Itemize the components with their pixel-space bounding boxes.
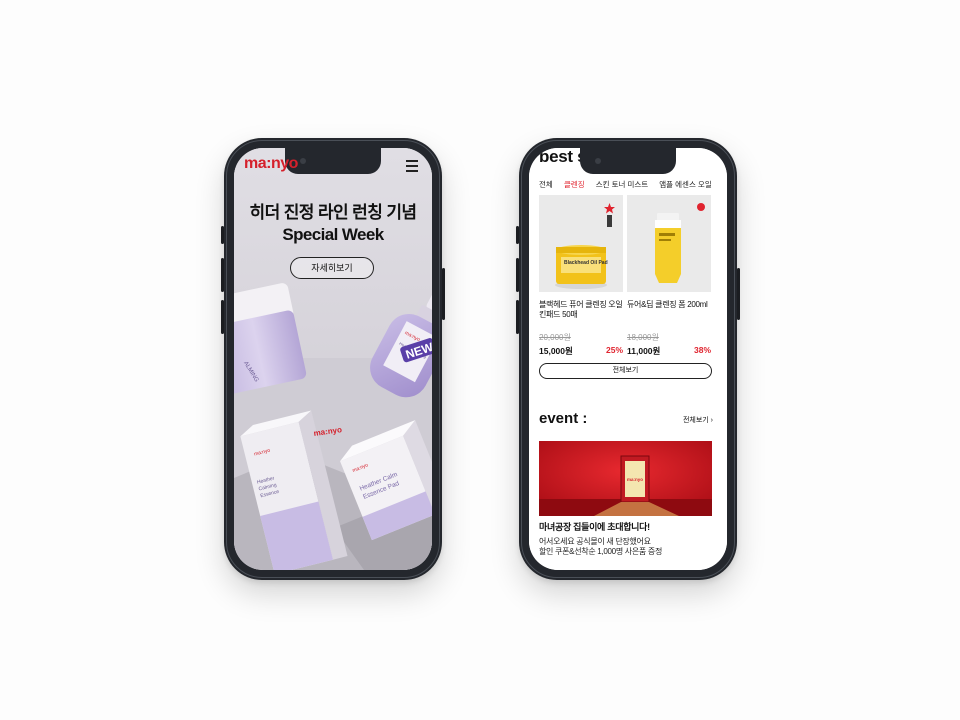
product-original-price: 18,000원 (627, 333, 659, 342)
left-phone-frame: ALMING ma:nyo Heather Calming Essence ma… (221, 138, 445, 580)
mute-switch (516, 226, 519, 244)
hero-title-line1: 히더 진정 라인 런칭 기념 (249, 203, 418, 222)
event-desc-line1: 어서오세요 공식몰이 새 단장했어요 (539, 537, 651, 546)
hero-banner[interactable]: ALMING ma:nyo Heather Calming Essence ma… (234, 148, 432, 570)
volume-down-button (516, 300, 519, 334)
badge-icon (697, 203, 705, 211)
banner-brand: ma:nyo (627, 477, 643, 482)
category-tabs: 전체 클렌징 스킨 토너 미스트 앰플 에센스 오일 (539, 179, 723, 191)
left-phone-screen: ALMING ma:nyo Heather Calming Essence ma… (234, 148, 432, 570)
brand-logo[interactable]: ma:nyo (244, 155, 298, 173)
hero-product-image: ALMING ma:nyo Heather Calming Essence ma… (234, 283, 432, 570)
product-image[interactable]: Blackhead Oil Pad (539, 195, 623, 292)
right-phone-screen: best s 전체 클렌징 스킨 토너 미스트 앰플 에센스 오일 Blackh… (529, 148, 727, 570)
event-desc-line2: 할인 쿠폰&선착순 1,000명 사은품 증정 (539, 547, 663, 556)
product-price: 11,000원 (627, 346, 661, 356)
product-discount: 25% (605, 345, 623, 355)
power-button (737, 268, 740, 320)
hero-title-line2: Special Week (282, 225, 384, 244)
right-phone-frame: best s 전체 클렌징 스킨 토너 미스트 앰플 에센스 오일 Blackh… (516, 138, 740, 580)
product-original-price: 20,000원 (539, 333, 571, 342)
product-image[interactable] (627, 195, 711, 292)
jar-label: Blackhead Oil Pad (564, 260, 608, 266)
phone-notch (285, 148, 381, 174)
event-view-all-link[interactable]: 전체보기 › (683, 415, 713, 425)
tab-ampoule-essence-oil[interactable]: 앰플 에센스 오일 (659, 179, 711, 190)
view-all-button[interactable]: 전체보기 (539, 363, 712, 379)
mockup-stage: ALMING ma:nyo Heather Calming Essence ma… (0, 0, 960, 720)
detail-button[interactable]: 자세히보기 (290, 257, 374, 279)
event-description: 어서오세요 공식몰이 새 단장했어요 할인 쿠폰&선착순 1,000명 사은품 … (539, 537, 662, 557)
star-icon (604, 203, 615, 214)
product-card[interactable]: Blackhead Oil Pad 블랙헤드 퓨어 클렌징 오일 킨패드 50매… (539, 195, 623, 357)
event-section-title: event : (539, 410, 588, 427)
event-view-all-label: 전체보기 (682, 417, 709, 424)
mute-switch (221, 226, 224, 244)
event-banner[interactable]: ma:nyo (539, 441, 712, 516)
volume-down-button (221, 300, 224, 334)
volume-up-button (221, 258, 224, 292)
hero-title: 히더 진정 라인 런칭 기념 Special Week (234, 202, 432, 246)
product-discount: 38% (693, 345, 711, 355)
chevron-right-icon: › (708, 417, 713, 424)
tab-skin-toner-mist[interactable]: 스킨 토너 미스트 (596, 179, 648, 190)
product-name[interactable]: 듀어&딥 클렌징 폼 200ml (627, 300, 711, 320)
best-seller-page: best s 전체 클렌징 스킨 토너 미스트 앰플 에센스 오일 Blackh… (529, 148, 727, 570)
product-name[interactable]: 블랙헤드 퓨어 클렌징 오일 킨패드 50매 (539, 300, 623, 320)
volume-up-button (516, 258, 519, 292)
tab-cleansing[interactable]: 클렌징 (564, 179, 585, 190)
product-price: 15,000원 (539, 346, 573, 356)
product-card[interactable]: 듀어&딥 클렌징 폼 200ml 18,000원 11,000원 38% (627, 195, 711, 357)
hamburger-menu-icon[interactable] (406, 158, 418, 173)
power-button (442, 268, 445, 320)
phone-notch (580, 148, 676, 174)
svg-text:ma:nyo: ma:nyo (313, 425, 343, 438)
event-heading[interactable]: 마녀공장 집들이에 초대합니다! (539, 520, 650, 533)
tab-all[interactable]: 전체 (539, 179, 553, 190)
